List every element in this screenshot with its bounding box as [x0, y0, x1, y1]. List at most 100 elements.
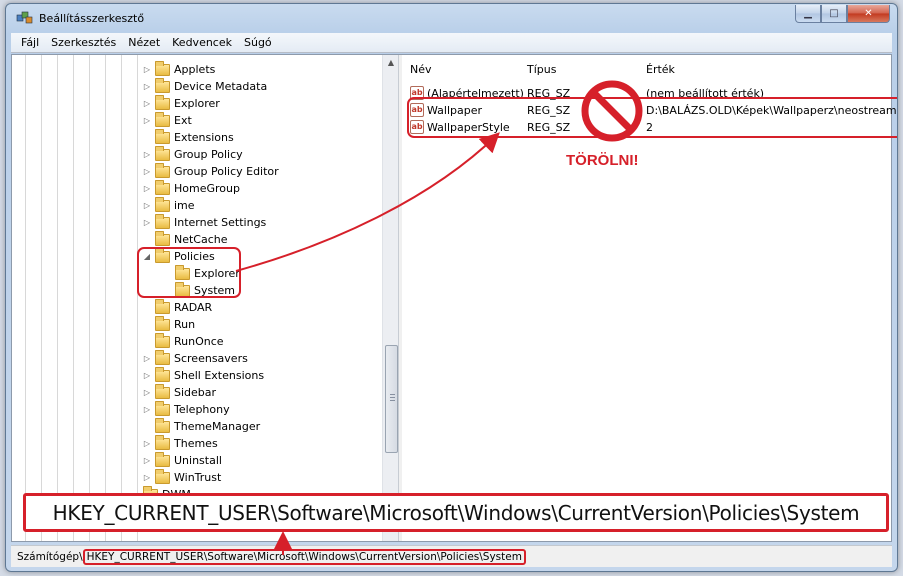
tree-expander-icon[interactable]: ▷	[142, 473, 152, 482]
tree-item[interactable]: ▷ Group Policy Editor	[142, 162, 279, 180]
column-type[interactable]: Típus	[527, 63, 556, 76]
column-name[interactable]: Név	[410, 63, 432, 76]
folder-icon	[155, 366, 170, 382]
tree-expander-icon[interactable]: ▷	[142, 167, 152, 176]
folder-icon	[155, 400, 170, 416]
content-area: ▷ Applets ▷ Device Metadata ▷ Explorer ▷ Ext Ext…	[11, 54, 897, 542]
value-list[interactable]: Név Típus Érték ab (Alapértelmezett) REG_S…	[402, 55, 897, 541]
tree-item-label: RADAR	[174, 301, 213, 314]
folder-icon	[155, 111, 170, 127]
tree-item[interactable]: ▷ Screensavers	[142, 349, 248, 367]
folder-icon	[155, 77, 170, 93]
delete-label: TÖRÖLNI!	[566, 152, 639, 169]
folder-icon	[155, 128, 170, 144]
tree-item[interactable]: ▷ Themes	[142, 434, 218, 452]
tree-expander-icon[interactable]: ▷	[142, 65, 152, 74]
regedit-window: Beállításszerkesztő ▁ □ ✕ Fájl Szerkeszt…	[5, 3, 898, 572]
folder-icon	[155, 434, 170, 450]
tree-item-label: Device Metadata	[174, 80, 268, 93]
menu-view[interactable]: Nézet	[122, 36, 166, 49]
tree-item[interactable]: ▷ Uninstall	[142, 451, 222, 469]
tree-guide-lines	[12, 55, 142, 541]
close-button[interactable]: ✕	[847, 5, 890, 23]
tree-item[interactable]: ▷ Telephony	[142, 400, 230, 418]
menu-file[interactable]: Fájl	[15, 36, 45, 49]
tree-item-label: ime	[174, 199, 195, 212]
folder-icon	[155, 332, 170, 348]
tree-item[interactable]: Run	[142, 315, 196, 333]
tree-expander-icon[interactable]: ▷	[142, 371, 152, 380]
tree-item-label: Extensions	[174, 131, 234, 144]
tree-expander-icon[interactable]: ▷	[142, 184, 152, 193]
tree-item-label: Applets	[174, 63, 216, 76]
folder-icon	[155, 315, 170, 331]
folder-icon	[155, 451, 170, 467]
folder-icon	[155, 94, 170, 110]
tree-item[interactable]: RunOnce	[142, 332, 224, 350]
maximize-icon: □	[829, 8, 839, 19]
tree-expander-icon[interactable]: ▷	[142, 99, 152, 108]
title-bar: Beállításszerkesztő ▁ □ ✕	[6, 4, 897, 32]
tree-item[interactable]: ▷ Sidebar	[142, 383, 217, 401]
tree-item[interactable]: ▷ WinTrust	[142, 468, 221, 486]
tree-expander-icon[interactable]: ▷	[142, 388, 152, 397]
tree-item[interactable]: ▷ Shell Extensions	[142, 366, 264, 384]
tree-scrollbar[interactable]: ▲	[382, 55, 399, 541]
tree-item[interactable]: NetCache	[142, 230, 228, 248]
tree-expander-icon[interactable]: ▷	[142, 82, 152, 91]
column-data[interactable]: Érték	[646, 63, 675, 76]
callout-path-text: HKEY_CURRENT_USER\Software\Microsoft\Win…	[52, 500, 860, 525]
tree-item-label: ThemeManager	[174, 420, 261, 433]
tree-item[interactable]: ▷ Ext	[142, 111, 192, 129]
tree-item-label: Sidebar	[174, 386, 217, 399]
folder-icon	[155, 145, 170, 161]
tree-item-label: RunOnce	[174, 335, 224, 348]
tree-item[interactable]: Extensions	[142, 128, 234, 146]
tree-item-label: Run	[174, 318, 196, 331]
tree-item-label: Telephony	[174, 403, 230, 416]
tree-item[interactable]: ▷ Group Policy	[142, 145, 243, 163]
folder-icon	[155, 230, 170, 246]
values-highlight	[407, 97, 897, 138]
tree-item[interactable]: ▷ Explorer	[142, 94, 220, 112]
tree-expander-icon[interactable]: ▷	[142, 439, 152, 448]
tree-item[interactable]: ▷ Internet Settings	[142, 213, 266, 231]
tree-item-label: Uninstall	[174, 454, 222, 467]
tree-expander-icon[interactable]: ▷	[142, 201, 152, 210]
tree-item[interactable]: ▷ ime	[142, 196, 195, 214]
status-bar: Számítógép\ HKEY_CURRENT_USER\Software\M…	[11, 545, 892, 567]
menu-favorites[interactable]: Kedvencek	[166, 36, 238, 49]
folder-icon	[155, 298, 170, 314]
menu-edit[interactable]: Szerkesztés	[45, 36, 122, 49]
tree-expander-icon[interactable]: ▷	[142, 456, 152, 465]
folder-icon	[155, 383, 170, 399]
minimize-button[interactable]: ▁	[795, 5, 821, 23]
folder-icon	[155, 213, 170, 229]
tree-expander-icon[interactable]: ▷	[142, 150, 152, 159]
tree-item-label: HomeGroup	[174, 182, 240, 195]
tree-item[interactable]: ThemeManager	[142, 417, 261, 435]
tree-expander-icon[interactable]: ▷	[142, 116, 152, 125]
key-tree[interactable]: ▷ Applets ▷ Device Metadata ▷ Explorer ▷ Ext Ext…	[12, 55, 396, 541]
tree-item[interactable]: ▷ HomeGroup	[142, 179, 240, 197]
folder-icon	[155, 179, 170, 195]
tree-item[interactable]: ▷ Applets	[142, 60, 216, 78]
maximize-button[interactable]: □	[821, 5, 847, 23]
scroll-up-arrow[interactable]: ▲	[383, 55, 399, 71]
tree-item[interactable]: ▷ Device Metadata	[142, 77, 268, 95]
policies-highlight	[137, 247, 241, 298]
status-path: HKEY_CURRENT_USER\Software\Microsoft\Win…	[82, 548, 526, 565]
tree-expander-icon[interactable]: ▷	[142, 405, 152, 414]
tree-expander-icon[interactable]: ▷	[142, 354, 152, 363]
status-prefix: Számítógép\	[17, 550, 83, 563]
tree-item-label: Group Policy	[174, 148, 243, 161]
tree-item[interactable]: RADAR	[142, 298, 213, 316]
scroll-thumb[interactable]	[385, 345, 398, 453]
folder-icon	[155, 417, 170, 433]
tree-expander-icon[interactable]: ▷	[142, 218, 152, 227]
folder-icon	[155, 196, 170, 212]
menu-help[interactable]: Súgó	[238, 36, 278, 49]
minimize-icon: ▁	[804, 8, 812, 19]
menu-bar: Fájl Szerkesztés Nézet Kedvencek Súgó	[11, 33, 892, 53]
folder-icon	[155, 162, 170, 178]
